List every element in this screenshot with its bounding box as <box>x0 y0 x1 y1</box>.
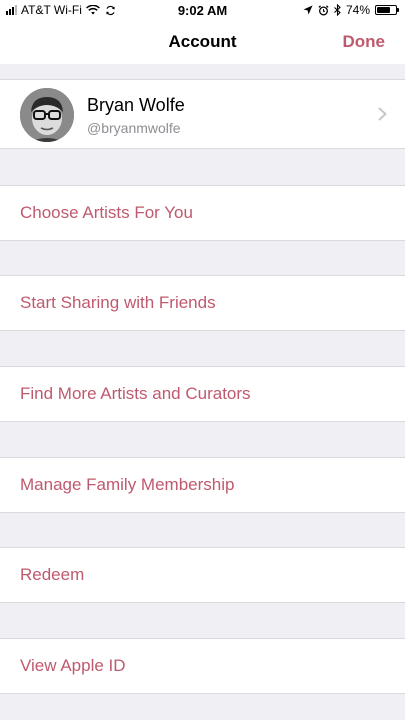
location-arrow-icon <box>303 5 313 15</box>
start-sharing-cell[interactable]: Start Sharing with Friends <box>0 275 405 331</box>
redeem-label: Redeem <box>20 565 85 584</box>
bluetooth-icon <box>334 4 341 16</box>
navigation-bar: Account Done <box>0 20 405 64</box>
battery-percent: 74% <box>345 3 370 17</box>
alarm-icon <box>318 4 329 15</box>
avatar <box>20 88 74 142</box>
view-apple-id-label: View Apple ID <box>20 656 126 675</box>
done-button[interactable]: Done <box>343 20 386 64</box>
status-bar: AT&T Wi-Fi 9:02 AM 74% <box>0 0 405 20</box>
choose-artists-label: Choose Artists For You <box>20 203 193 222</box>
start-sharing-label: Start Sharing with Friends <box>20 293 216 312</box>
find-artists-label: Find More Artists and Curators <box>20 384 251 403</box>
view-apple-id-cell[interactable]: View Apple ID <box>0 638 405 694</box>
profile-handle: @bryanmwolfe <box>87 120 181 136</box>
battery-icon <box>375 5 399 15</box>
redeem-cell[interactable]: Redeem <box>0 547 405 603</box>
manage-family-cell[interactable]: Manage Family Membership <box>0 457 405 513</box>
account-screen: AT&T Wi-Fi 9:02 AM 74% Account Done Brya… <box>0 0 405 720</box>
find-artists-cell[interactable]: Find More Artists and Curators <box>0 366 405 422</box>
choose-artists-cell[interactable]: Choose Artists For You <box>0 185 405 241</box>
manage-family-label: Manage Family Membership <box>20 475 235 494</box>
chevron-right-icon <box>378 107 387 121</box>
status-right: 74% <box>303 3 399 17</box>
profile-name: Bryan Wolfe <box>87 95 185 115</box>
profile-cell[interactable]: Bryan Wolfe @bryanmwolfe <box>0 79 405 149</box>
avatar-image <box>20 88 74 142</box>
